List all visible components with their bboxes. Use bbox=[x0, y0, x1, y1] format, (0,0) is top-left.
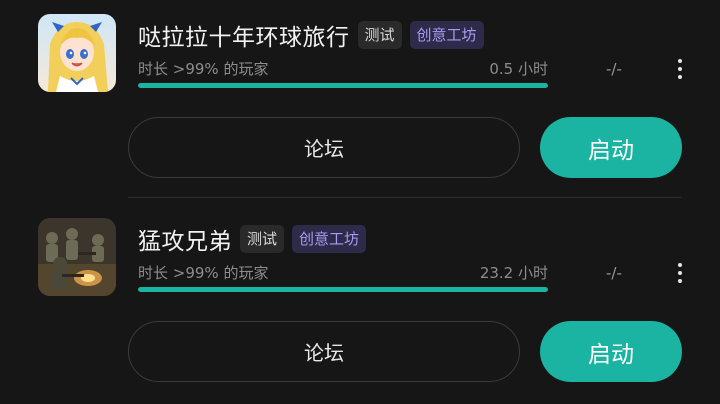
forum-button[interactable]: 论坛 bbox=[128, 117, 520, 178]
playtime-progress-fill bbox=[138, 287, 548, 292]
workshop-tag[interactable]: 创意工坊 bbox=[409, 21, 484, 49]
playtime-value: 0.5 小时 bbox=[489, 60, 548, 78]
more-options-icon[interactable] bbox=[670, 56, 690, 82]
playtime-value: 23.2 小时 bbox=[479, 264, 548, 282]
card-divider bbox=[128, 197, 682, 198]
playtime-stats: 时长 >99% 的玩家 0.5 小时 bbox=[138, 58, 548, 80]
more-options-icon[interactable] bbox=[670, 260, 690, 286]
game-thumbnail[interactable] bbox=[38, 14, 116, 92]
launch-button[interactable]: 启动 bbox=[540, 117, 682, 178]
forum-button[interactable]: 论坛 bbox=[128, 321, 520, 382]
rank-value: -/- bbox=[606, 60, 622, 78]
playtime-progress-fill bbox=[138, 83, 548, 88]
playtime-rank-label: 时长 >99% 的玩家 bbox=[138, 60, 269, 78]
game-card: 猛攻兄弟 测试 创意工坊 时长 >99% 的玩家 23.2 小时 -/- 论坛 … bbox=[0, 204, 720, 404]
game-card: 哒拉拉十年环球旅行 测试 创意工坊 时长 >99% 的玩家 0.5 小时 -/-… bbox=[0, 0, 720, 200]
game-name[interactable]: 猛攻兄弟 bbox=[138, 222, 232, 256]
anime-girl-thumbnail-icon bbox=[38, 14, 116, 92]
rank-value: -/- bbox=[606, 264, 622, 282]
game-title-row: 哒拉拉十年环球旅行 测试 创意工坊 bbox=[138, 18, 484, 52]
game-name[interactable]: 哒拉拉十年环球旅行 bbox=[138, 18, 350, 52]
test-tag: 测试 bbox=[357, 21, 402, 49]
test-tag: 测试 bbox=[240, 225, 285, 253]
playtime-progress-bar bbox=[138, 287, 548, 292]
playtime-progress-bar bbox=[138, 83, 548, 88]
playtime-stats: 时长 >99% 的玩家 23.2 小时 bbox=[138, 262, 548, 284]
playtime-rank-label: 时长 >99% 的玩家 bbox=[138, 264, 269, 282]
workshop-tag[interactable]: 创意工坊 bbox=[292, 225, 367, 253]
game-title-row: 猛攻兄弟 测试 创意工坊 bbox=[138, 222, 367, 256]
soldiers-battle-thumbnail-icon bbox=[38, 218, 116, 296]
launch-button[interactable]: 启动 bbox=[540, 321, 682, 382]
game-thumbnail[interactable] bbox=[38, 218, 116, 296]
